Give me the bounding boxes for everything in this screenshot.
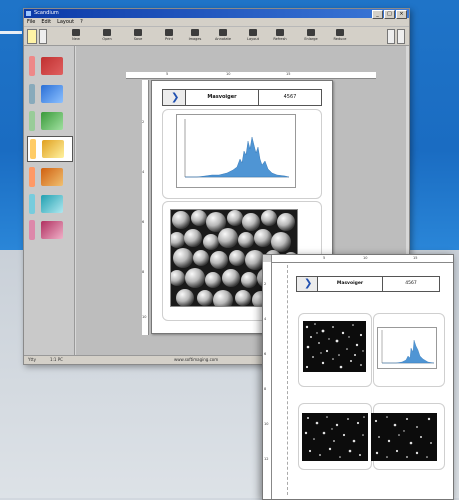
- clipboard-icon: [42, 140, 64, 158]
- cube-icon: [41, 195, 63, 213]
- sidebar-label: [29, 56, 35, 76]
- document-number: 4567: [283, 94, 297, 100]
- zoomed-page-preview[interactable]: 5 10 15 2 4 6 8 10 12 ❯ Masvoiger 4567: [262, 254, 454, 500]
- annotate-button[interactable]: Annotate: [212, 29, 234, 42]
- panel-toggle-icon[interactable]: [387, 29, 395, 44]
- layout-icon: [249, 29, 257, 36]
- overlay-particles-image-2[interactable]: [302, 413, 368, 461]
- annotate-icon: [219, 29, 227, 36]
- status-left: Ytty: [28, 357, 36, 362]
- overlay-title: Masvoiger: [318, 277, 383, 291]
- logo-icon: ❯: [163, 90, 186, 105]
- app-icon: [26, 11, 31, 16]
- overlay-number: 4567: [405, 281, 417, 286]
- sidebar-item-cards[interactable]: [27, 109, 71, 133]
- sidebar-item-screens[interactable]: [27, 82, 71, 106]
- sidebar: [24, 46, 75, 356]
- sidebar-item-book[interactable]: [27, 54, 71, 78]
- sidebar-label: [29, 167, 35, 187]
- save-button[interactable]: Save: [127, 29, 149, 42]
- images-icon: [191, 29, 199, 36]
- reduce-button[interactable]: Reduce: [329, 29, 351, 42]
- overlay-header[interactable]: ❯ Masvoiger 4567: [296, 276, 440, 292]
- histogram-chart[interactable]: [176, 114, 296, 188]
- grid-icon[interactable]: [39, 29, 47, 44]
- sidebar-item-cube[interactable]: [27, 192, 71, 216]
- maximize-button[interactable]: □: [384, 10, 395, 19]
- refresh-icon: [276, 29, 284, 36]
- overlay-particles-image-3[interactable]: [371, 413, 437, 461]
- close-button[interactable]: ×: [396, 10, 407, 19]
- overlay-horizontal-ruler[interactable]: 5 10 15: [263, 255, 453, 263]
- particles-svg-3: [374, 416, 432, 458]
- sidebar-label: [30, 139, 36, 159]
- window-title: Scandium: [34, 10, 59, 16]
- sidebar-label: [29, 84, 35, 104]
- decorative-line: [0, 31, 22, 34]
- images-button[interactable]: Images: [184, 29, 206, 42]
- toolbar: New Open Save Print Images Annotate Layo…: [24, 27, 409, 46]
- sidebar-label: [29, 194, 35, 214]
- minimize-button[interactable]: _: [372, 10, 383, 19]
- horizontal-ruler[interactable]: 5 10 15: [126, 72, 376, 79]
- open-button[interactable]: Open: [96, 29, 118, 42]
- new-button[interactable]: New: [65, 29, 87, 42]
- sidebar-label: [29, 111, 35, 131]
- zoom-in-icon: [307, 29, 315, 36]
- sidebar-item-clipboard[interactable]: [27, 136, 73, 162]
- book-icon: [41, 57, 63, 75]
- document-title: Masvoiger: [186, 90, 259, 105]
- camera-icon: [41, 168, 63, 186]
- status-url: www.softimaging.com: [174, 357, 219, 362]
- menu-edit[interactable]: Edit: [41, 18, 51, 26]
- vertical-ruler[interactable]: 2 4 6 8 10: [142, 80, 149, 335]
- page-icon[interactable]: [27, 29, 37, 44]
- particles-svg-1: [305, 323, 364, 369]
- status-zoom: 1:1 PC: [50, 357, 63, 362]
- sidebar-item-camera[interactable]: [27, 165, 71, 189]
- menu-help[interactable]: ?: [80, 18, 83, 26]
- open-icon: [103, 29, 111, 36]
- print-icon: [165, 29, 173, 36]
- sidebar-item-person[interactable]: [27, 218, 71, 242]
- zoom-out-icon: [336, 29, 344, 36]
- menu-bar: File Edit Layout ?: [24, 18, 409, 27]
- screens-icon: [41, 85, 63, 103]
- overlay-histogram-svg: [381, 330, 435, 364]
- panel-toggle-icon-2[interactable]: [397, 29, 405, 44]
- page-header[interactable]: ❯ Masvoiger 4567: [162, 89, 322, 106]
- overlay-histogram-chart[interactable]: [377, 327, 437, 369]
- new-icon: [72, 29, 80, 36]
- menu-file[interactable]: File: [27, 18, 35, 26]
- overlay-vertical-ruler[interactable]: 2 4 6 8 10 12: [263, 262, 272, 499]
- sidebar-label: [29, 220, 35, 240]
- logo-icon: ❯: [297, 277, 318, 291]
- print-button[interactable]: Print: [158, 29, 180, 42]
- title-bar[interactable]: Scandium _ □ ×: [24, 9, 409, 19]
- person-icon: [41, 221, 63, 239]
- save-icon: [134, 29, 142, 36]
- layout-button[interactable]: Layout: [242, 29, 264, 42]
- enlarge-button[interactable]: Enlarge: [300, 29, 322, 42]
- menu-layout[interactable]: Layout: [57, 18, 74, 26]
- ruler-corner: [263, 255, 272, 262]
- cards-icon: [41, 112, 63, 130]
- overlay-particles-image-1[interactable]: [303, 321, 366, 372]
- refresh-button[interactable]: Refresh: [269, 29, 291, 42]
- particles-svg-2: [304, 416, 365, 458]
- histogram-svg: [184, 119, 290, 178]
